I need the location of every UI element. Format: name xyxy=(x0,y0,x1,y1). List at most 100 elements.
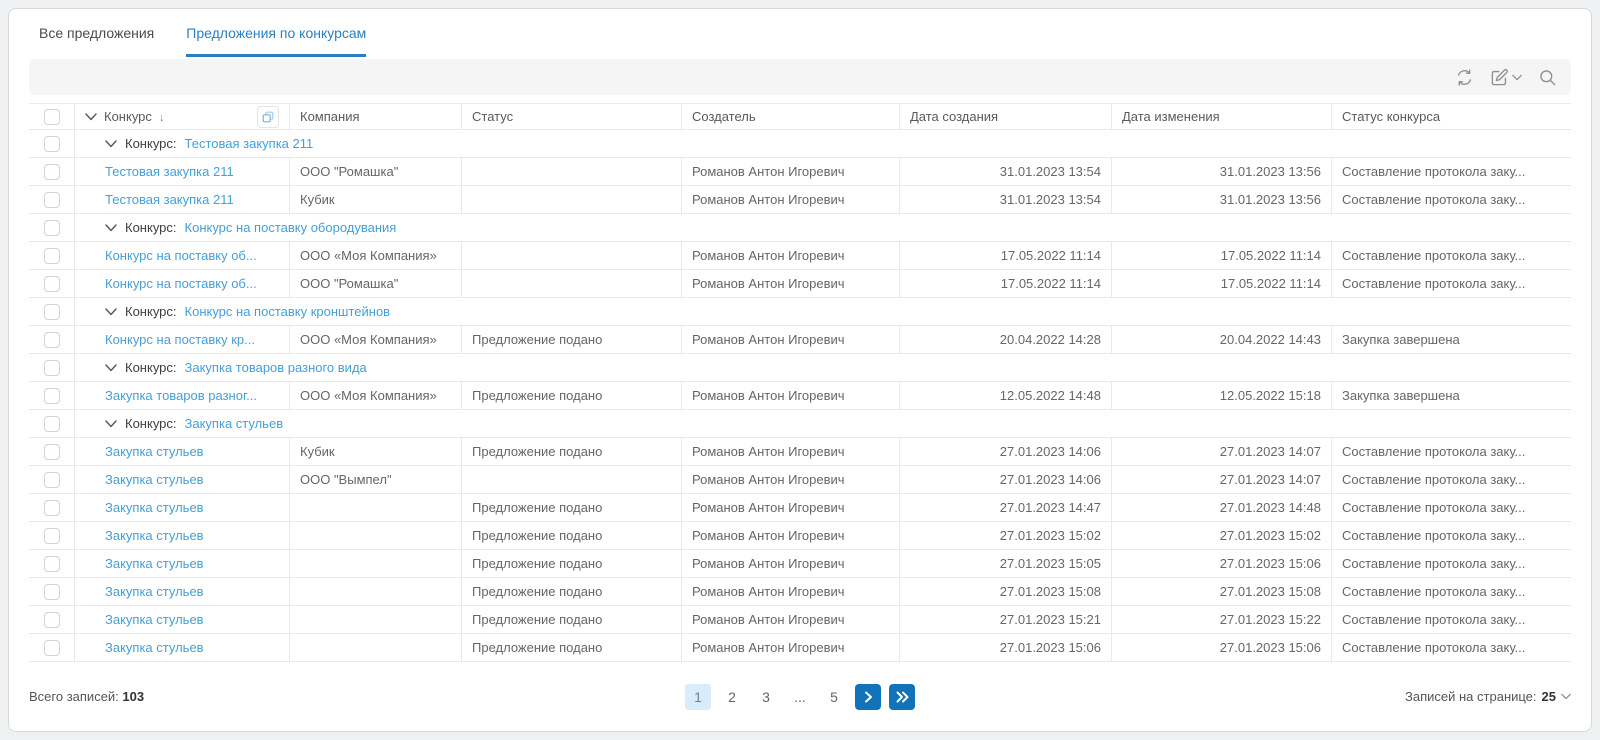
column-header-creator[interactable]: Создатель xyxy=(681,104,899,129)
per-page-select[interactable]: Записей на странице: 25 xyxy=(1405,689,1571,704)
cell-konkurs-link[interactable]: Закупка стульев xyxy=(105,528,204,543)
cell-konkurs-link[interactable]: Тестовая закупка 211 xyxy=(105,164,234,179)
column-header-company[interactable]: Компания xyxy=(289,104,461,129)
cell-created: 20.04.2022 14:28 xyxy=(1000,332,1101,347)
row-checkbox[interactable] xyxy=(44,500,60,516)
group-collapse-chevron-icon[interactable] xyxy=(105,308,117,316)
group-by-icon[interactable] xyxy=(257,106,279,128)
row-checkbox[interactable] xyxy=(44,220,60,236)
pagination-page-5[interactable]: 5 xyxy=(821,684,847,710)
table-row: Закупка стульев Предложение подано Роман… xyxy=(29,522,1571,550)
row-checkbox[interactable] xyxy=(44,584,60,600)
row-checkbox[interactable] xyxy=(44,640,60,656)
group-row: Конкурс: Закупка стульев xyxy=(29,410,1571,438)
column-header-created[interactable]: Дата создания xyxy=(899,104,1111,129)
pagination-page-3[interactable]: 3 xyxy=(753,684,779,710)
cell-company: ООО "Ромашка" xyxy=(300,276,398,291)
cell-konkurs-link[interactable]: Закупка стульев xyxy=(105,612,204,627)
row-checkbox[interactable] xyxy=(44,472,60,488)
table-footer: Всего записей: 103 123... 5 Записей на ст… xyxy=(9,662,1591,731)
row-checkbox[interactable] xyxy=(44,416,60,432)
select-all-checkbox[interactable] xyxy=(44,109,60,125)
group-collapse-chevron-icon[interactable] xyxy=(105,364,117,372)
sort-desc-icon[interactable]: ↓ xyxy=(159,110,165,124)
cell-konkurs-link[interactable]: Конкурс на поставку кр... xyxy=(105,332,255,347)
row-checkbox[interactable] xyxy=(44,332,60,348)
table-row: Закупка стульев Предложение подано Роман… xyxy=(29,550,1571,578)
group-collapse-chevron-icon[interactable] xyxy=(105,420,117,428)
pagination: 123... 5 xyxy=(685,684,915,710)
cell-created: 31.01.2023 13:54 xyxy=(1000,164,1101,179)
table-row: Закупка стульев Предложение подано Роман… xyxy=(29,494,1571,522)
group-label: Конкурс: xyxy=(125,360,177,375)
next-page-button[interactable] xyxy=(855,684,881,710)
group-link[interactable]: Закупка товаров разного вида xyxy=(185,360,367,375)
cell-konkurs-link[interactable]: Конкурс на поставку об... xyxy=(105,248,257,263)
group-link[interactable]: Тестовая закупка 211 xyxy=(185,136,314,151)
cell-konkurs-link[interactable]: Закупка стульев xyxy=(105,500,204,515)
cell-creator: Романов Антон Игоревич xyxy=(692,276,845,291)
last-page-button[interactable] xyxy=(889,684,915,710)
row-checkbox[interactable] xyxy=(44,360,60,376)
column-header-status[interactable]: Статус xyxy=(461,104,681,129)
cell-konkurs-link[interactable]: Закупка стульев xyxy=(105,556,204,571)
row-checkbox[interactable] xyxy=(44,388,60,404)
cell-created: 27.01.2023 14:06 xyxy=(1000,444,1101,459)
table-row: Конкурс на поставку об... ООО «Моя Компа… xyxy=(29,242,1571,270)
per-page-value: 25 xyxy=(1542,689,1556,704)
group-collapse-chevron-icon[interactable] xyxy=(105,140,117,148)
cell-contest-status: Составление протокола заку... xyxy=(1342,612,1525,627)
column-header-contest-status[interactable]: Статус конкурса xyxy=(1331,104,1571,129)
group-collapse-chevron-icon[interactable] xyxy=(105,224,117,232)
edit-menu-button[interactable] xyxy=(1490,68,1522,87)
group-link[interactable]: Закупка стульев xyxy=(185,416,284,431)
tab-contest-offers[interactable]: Предложения по конкурсам xyxy=(186,9,366,57)
cell-company: ООО "Вымпел" xyxy=(300,472,392,487)
cell-konkurs-link[interactable]: Конкурс на поставку об... xyxy=(105,276,257,291)
cell-konkurs-link[interactable]: Закупка товаров разног... xyxy=(105,388,257,403)
group-label: Конкурс: xyxy=(125,416,177,431)
cell-creator: Романов Антон Игоревич xyxy=(692,388,845,403)
row-checkbox[interactable] xyxy=(44,612,60,628)
cell-konkurs-link[interactable]: Закупка стульев xyxy=(105,584,204,599)
cell-modified: 27.01.2023 14:07 xyxy=(1220,444,1321,459)
row-checkbox[interactable] xyxy=(44,164,60,180)
cell-modified: 31.01.2023 13:56 xyxy=(1220,192,1321,207)
cell-creator: Романов Антон Игоревич xyxy=(692,584,845,599)
cell-company: Кубик xyxy=(300,192,335,207)
cell-konkurs-link[interactable]: Закупка стульев xyxy=(105,472,204,487)
row-checkbox[interactable] xyxy=(44,444,60,460)
cell-modified: 17.05.2022 11:14 xyxy=(1221,248,1321,263)
cell-konkurs-link[interactable]: Тестовая закупка 211 xyxy=(105,192,234,207)
cell-creator: Романов Антон Игоревич xyxy=(692,612,845,627)
cell-konkurs-link[interactable]: Закупка стульев xyxy=(105,444,204,459)
total-records-value: 103 xyxy=(122,689,144,704)
collapse-all-chevron-icon[interactable] xyxy=(85,113,97,121)
row-checkbox[interactable] xyxy=(44,528,60,544)
group-link[interactable]: Конкурс на поставку кронштейнов xyxy=(185,304,391,319)
cell-creator: Романов Антон Игоревич xyxy=(692,332,845,347)
cell-creator: Романов Антон Игоревич xyxy=(692,528,845,543)
cell-created: 27.01.2023 15:06 xyxy=(1000,640,1101,655)
row-checkbox[interactable] xyxy=(44,192,60,208)
row-checkbox[interactable] xyxy=(44,304,60,320)
refresh-icon[interactable] xyxy=(1455,68,1474,87)
group-label: Конкурс: xyxy=(125,304,177,319)
cell-konkurs-link[interactable]: Закупка стульев xyxy=(105,640,204,655)
row-checkbox[interactable] xyxy=(44,248,60,264)
column-header-konkurs[interactable]: Конкурс xyxy=(104,109,152,124)
pagination-page-2[interactable]: 2 xyxy=(719,684,745,710)
cell-modified: 27.01.2023 15:06 xyxy=(1220,640,1321,655)
tab-all-offers[interactable]: Все предложения xyxy=(39,9,154,57)
cell-created: 17.05.2022 11:14 xyxy=(1001,248,1101,263)
pagination-page-1[interactable]: 1 xyxy=(685,684,711,710)
cell-created: 17.05.2022 11:14 xyxy=(1001,276,1101,291)
group-link[interactable]: Конкурс на поставку обородувания xyxy=(185,220,397,235)
total-records: Всего записей: 103 xyxy=(29,689,144,704)
pagination-ellipsis: ... xyxy=(787,684,813,710)
row-checkbox[interactable] xyxy=(44,276,60,292)
row-checkbox[interactable] xyxy=(44,556,60,572)
row-checkbox[interactable] xyxy=(44,136,60,152)
search-icon[interactable] xyxy=(1538,68,1557,87)
column-header-modified[interactable]: Дата изменения xyxy=(1111,104,1331,129)
